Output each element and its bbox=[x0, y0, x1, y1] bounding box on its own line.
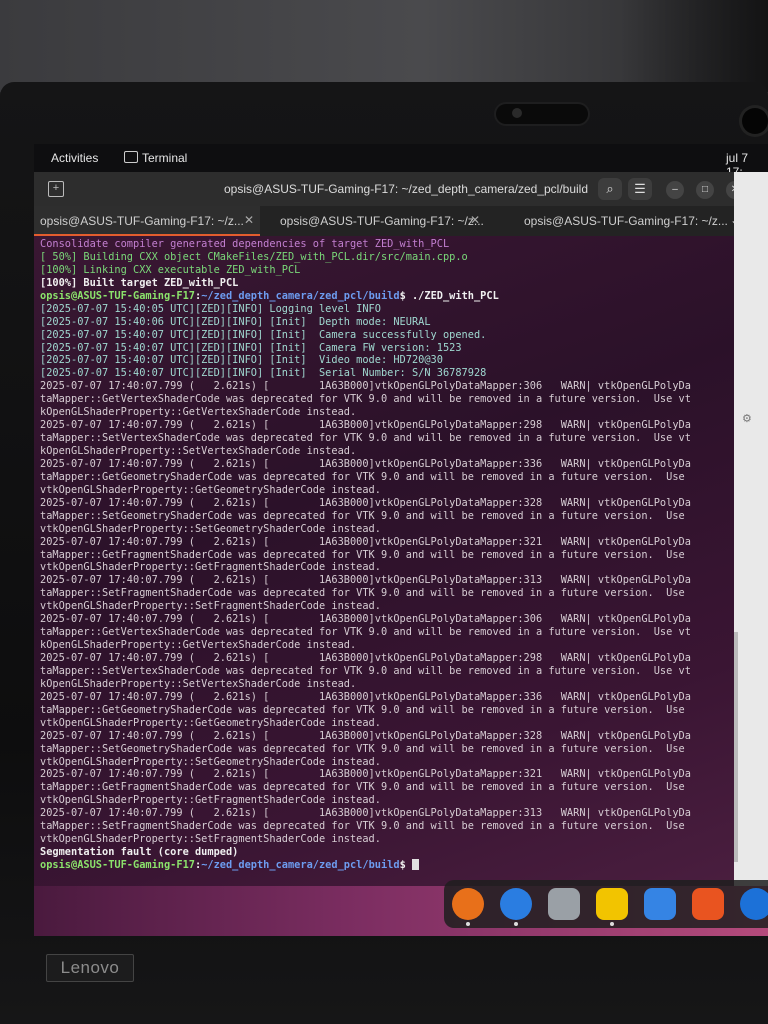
vtk-warning-line: 2025-07-07 17:40:07.799 ( 2.621s) [ 1A63… bbox=[40, 380, 691, 393]
vtk-warning-line: vtkOpenGLShaderProperty::SetGeometryShad… bbox=[40, 522, 381, 535]
new-tab-icon[interactable]: + bbox=[48, 181, 64, 197]
build-line: [ 50%] Building CXX object CMakeFiles/ZE… bbox=[40, 250, 468, 263]
build-line: [100%] Linking CXX executable ZED_with_P… bbox=[40, 263, 301, 276]
vtk-warning-line: taMapper::SetGeometryShaderCode was depr… bbox=[40, 742, 685, 755]
tab-1[interactable]: opsis@ASUS-TUF-Gaming-F17: ~/z... ✕ bbox=[34, 206, 260, 236]
vtk-warning-line: taMapper::GetGeometryShaderCode was depr… bbox=[40, 703, 685, 716]
window-title: opsis@ASUS-TUF-Gaming-F17: ~/zed_depth_c… bbox=[224, 182, 589, 196]
vtk-warning-line: vtkOpenGLShaderProperty::GetGeometryShad… bbox=[40, 716, 381, 729]
build-line: [100%] Built target ZED_with_PCL bbox=[40, 276, 239, 289]
minimize-icon[interactable]: – bbox=[666, 181, 684, 199]
vtk-warning-line: kOpenGLShaderProperty::GetVertexShaderCo… bbox=[40, 406, 357, 419]
running-indicator bbox=[466, 922, 470, 926]
gnome-top-bar: Activities Terminal jul 7 17: bbox=[34, 144, 768, 179]
vtk-warning-line: taMapper::GetVertexShaderCode was deprec… bbox=[40, 626, 691, 639]
files-icon[interactable] bbox=[548, 888, 580, 920]
vtk-warning-line: vtkOpenGLShaderProperty::GetFragmentShad… bbox=[40, 561, 381, 574]
prompt-user: opsis@ASUS-TUF-Gaming-F17 bbox=[40, 859, 195, 871]
tab-close-icon[interactable]: ✕ bbox=[244, 213, 254, 227]
software-center-icon[interactable] bbox=[692, 888, 724, 920]
prompt-suffix: $ bbox=[399, 859, 412, 871]
text-cursor bbox=[411, 859, 419, 870]
vtk-warning-line: vtkOpenGLShaderProperty::SetFragmentShad… bbox=[40, 600, 381, 613]
zed-log-line: [2025-07-07 15:40:07 UTC][ZED][INFO] [In… bbox=[40, 341, 462, 354]
vtk-warning-line: taMapper::SetGeometryShaderCode was depr… bbox=[40, 509, 685, 522]
app-menu-terminal[interactable]: Terminal bbox=[142, 151, 187, 165]
firefox-icon[interactable] bbox=[452, 888, 484, 920]
vtk-warning-line: 2025-07-07 17:40:07.799 ( 2.621s) [ 1A63… bbox=[40, 768, 691, 781]
webcam-lens bbox=[742, 108, 768, 134]
vtk-warning-line: kOpenGLShaderProperty::SetVertexShaderCo… bbox=[40, 677, 357, 690]
vtk-warning-line: taMapper::SetVertexShaderCode was deprec… bbox=[40, 664, 691, 677]
laptop-brand-logo: Lenovo bbox=[46, 954, 134, 982]
running-indicator bbox=[514, 922, 518, 926]
background-shadow bbox=[620, 0, 768, 92]
terminal-output[interactable]: Consolidate compiler generated dependenc… bbox=[34, 236, 734, 886]
vtk-warning-line: vtkOpenGLShaderProperty::GetFragmentShad… bbox=[40, 794, 381, 807]
rhythmbox-icon[interactable] bbox=[596, 888, 628, 920]
background-window-edge: ⚙ bbox=[734, 172, 768, 936]
gear-icon: ⚙ bbox=[742, 413, 752, 425]
activities-button[interactable]: Activities bbox=[51, 151, 98, 165]
vtk-warning-line: 2025-07-07 17:40:07.799 ( 2.621s) [ 1A63… bbox=[40, 652, 691, 664]
zed-log-line: [2025-07-07 15:40:07 UTC][ZED][INFO] [In… bbox=[40, 367, 487, 380]
prompt-path: ~/zed_depth_camera/zed_pcl/build bbox=[201, 289, 400, 302]
vtk-warning-line: vtkOpenGLShaderProperty::GetGeometryShad… bbox=[40, 483, 381, 496]
terminal-titlebar: + opsis@ASUS-TUF-Gaming-F17: ~/zed_depth… bbox=[34, 172, 768, 206]
prompt-user: opsis@ASUS-TUF-Gaming-F17 bbox=[40, 289, 195, 302]
build-line: Consolidate compiler generated dependenc… bbox=[40, 238, 450, 250]
thunderbird-icon[interactable] bbox=[500, 888, 532, 920]
vtk-warning-line: 2025-07-07 17:40:07.799 ( 2.621s) [ 1A63… bbox=[40, 535, 691, 548]
vtk-warning-line: 2025-07-07 17:40:07.799 ( 2.621s) [ 1A63… bbox=[40, 574, 691, 587]
vtk-warning-block: 2025-07-07 17:40:07.799 ( 2.621s) [ 1A63… bbox=[40, 380, 734, 846]
terminal-app-icon bbox=[124, 151, 138, 163]
search-button[interactable]: ⌕ bbox=[598, 178, 622, 200]
vtk-warning-line: taMapper::GetFragmentShaderCode was depr… bbox=[40, 548, 685, 561]
maximize-icon[interactable]: □ bbox=[696, 181, 714, 199]
vtk-warning-line: taMapper::GetGeometryShaderCode was depr… bbox=[40, 470, 685, 483]
scrollbar[interactable] bbox=[734, 632, 738, 862]
prompt-path: ~/zed_depth_camera/zed_pcl/build bbox=[201, 859, 400, 871]
vtk-warning-line: vtkOpenGLShaderProperty::SetFragmentShad… bbox=[40, 833, 381, 846]
hamburger-menu-icon[interactable]: ☰ bbox=[628, 178, 652, 200]
prompt-line: opsis@ASUS-TUF-Gaming-F17:~/zed_depth_ca… bbox=[40, 859, 734, 872]
vtk-warning-line: taMapper::GetFragmentShaderCode was depr… bbox=[40, 781, 685, 794]
vtk-warning-line: taMapper::SetVertexShaderCode was deprec… bbox=[40, 432, 691, 445]
vtk-warning-line: taMapper::SetFragmentShaderCode was depr… bbox=[40, 587, 685, 600]
vtk-warning-line: kOpenGLShaderProperty::SetVertexShaderCo… bbox=[40, 445, 357, 457]
tab-close-icon[interactable]: ✕ bbox=[470, 213, 480, 227]
zed-log-line: [2025-07-07 15:40:06 UTC][ZED][INFO] [In… bbox=[40, 315, 431, 328]
vtk-warning-line: 2025-07-07 17:40:07.799 ( 2.621s) [ 1A63… bbox=[40, 807, 691, 820]
text-editor-icon[interactable] bbox=[644, 888, 676, 920]
tab-label: opsis@ASUS-TUF-Gaming-F17: ~/z... bbox=[524, 214, 728, 228]
tab-label: opsis@ASUS-TUF-Gaming-F17: ~/z... bbox=[40, 214, 244, 228]
running-indicator bbox=[610, 922, 614, 926]
zed-log-line: [2025-07-07 15:40:05 UTC][ZED][INFO] Log… bbox=[40, 302, 381, 315]
tab-2[interactable]: opsis@ASUS-TUF-Gaming-F17: ~/z... ✕ bbox=[274, 206, 500, 236]
tab-label: opsis@ASUS-TUF-Gaming-F17: ~/z... bbox=[280, 214, 484, 228]
vtk-warning-line: 2025-07-07 17:40:07.799 ( 2.621s) [ 1A63… bbox=[40, 496, 691, 509]
tab-bar: opsis@ASUS-TUF-Gaming-F17: ~/z... ✕ opsi… bbox=[34, 206, 768, 236]
vtk-warning-line: 2025-07-07 17:40:07.799 ( 2.621s) [ 1A63… bbox=[40, 419, 691, 432]
zed-log-line: [2025-07-07 15:40:07 UTC][ZED][INFO] [In… bbox=[40, 354, 443, 367]
prompt-line: opsis@ASUS-TUF-Gaming-F17:~/zed_depth_ca… bbox=[40, 289, 499, 302]
vtk-warning-line: kOpenGLShaderProperty::GetVertexShaderCo… bbox=[40, 639, 357, 652]
vtk-warning-line: taMapper::GetVertexShaderCode was deprec… bbox=[40, 393, 691, 406]
vtk-warning-line: vtkOpenGLShaderProperty::SetGeometryShad… bbox=[40, 755, 381, 768]
vtk-warning-line: 2025-07-07 17:40:07.799 ( 2.621s) [ 1A63… bbox=[40, 457, 691, 470]
webcam-privacy-shutter bbox=[496, 104, 588, 124]
webcam-icon bbox=[512, 108, 522, 118]
segfault-line: Segmentation fault (core dumped) bbox=[40, 846, 239, 859]
vtk-warning-line: taMapper::SetFragmentShaderCode was depr… bbox=[40, 820, 685, 833]
zed-log-line: [2025-07-07 15:40:07 UTC][ZED][INFO] [In… bbox=[40, 328, 487, 341]
vtk-warning-line: 2025-07-07 17:40:07.799 ( 2.621s) [ 1A63… bbox=[40, 613, 691, 626]
dock bbox=[444, 880, 768, 928]
command-text: $ ./ZED_with_PCL bbox=[399, 289, 499, 302]
tab-3[interactable]: opsis@ASUS-TUF-Gaming-F17: ~/z... bbox=[518, 206, 728, 236]
vtk-warning-line: 2025-07-07 17:40:07.799 ( 2.621s) [ 1A63… bbox=[40, 729, 691, 742]
screen: Activities Terminal jul 7 17: + opsis@AS… bbox=[34, 144, 768, 936]
help-icon[interactable] bbox=[740, 888, 768, 920]
vtk-warning-line: 2025-07-07 17:40:07.799 ( 2.621s) [ 1A63… bbox=[40, 690, 691, 703]
